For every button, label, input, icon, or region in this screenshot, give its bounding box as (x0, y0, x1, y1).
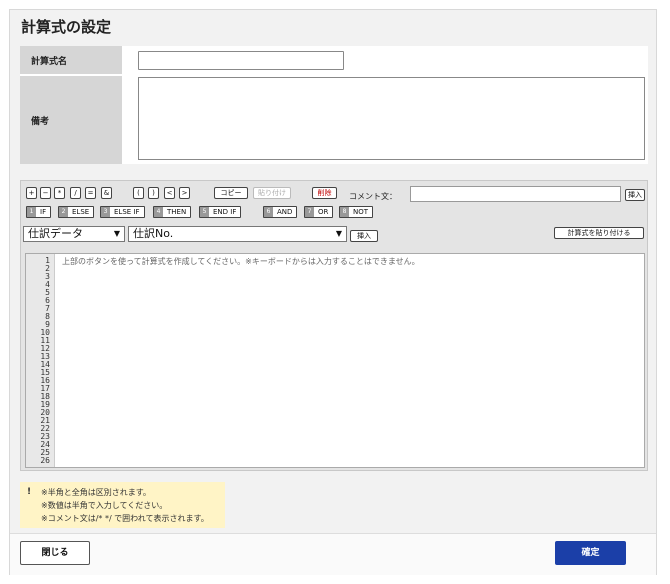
operator-ampersand-button[interactable]: & (101, 187, 112, 199)
close-button[interactable]: 閉じる (20, 541, 90, 565)
operator-equals-button[interactable]: = (85, 187, 96, 199)
keyword-number: 1 (27, 207, 36, 217)
keyword-if-button[interactable]: 1 IF (26, 206, 52, 218)
field-select-value: 仕訳No. (133, 227, 174, 240)
paste-button[interactable]: 貼り付け (253, 187, 291, 199)
keyword-then-button[interactable]: 4 THEN (153, 206, 192, 218)
keyword-else-button[interactable]: 2 ELSE (58, 206, 95, 218)
open-paren-button[interactable]: ( (133, 187, 144, 199)
keyword-label: ELSE (72, 208, 90, 216)
keyword-label: ELSE IF (114, 208, 140, 216)
note-textarea[interactable] (138, 77, 645, 160)
operator-plus-button[interactable]: + (26, 187, 37, 199)
keyword-number: 6 (264, 207, 273, 217)
formula-settings-dialog: 計算式の設定 計算式名 備考 + − * / = & ( ) < > コピー 貼… (9, 9, 657, 575)
delete-button[interactable]: 削除 (312, 187, 337, 199)
keyword-label: THEN (167, 208, 187, 216)
copy-button[interactable]: コピー (214, 187, 248, 199)
keyword-number: 8 (340, 207, 349, 217)
keyword-number: 5 (200, 207, 209, 217)
line-number: 26 (40, 456, 50, 465)
comment-label: コメント文： (349, 192, 397, 201)
chevron-down-icon: ▼ (335, 229, 342, 238)
notice-line: ※半角と全角は区別されます。 (41, 488, 151, 497)
notice-line: ※コメント文は/* */ で囲われて表示されます。 (41, 514, 209, 523)
keyword-else-if-button[interactable]: 3 ELSE IF (100, 206, 145, 218)
operator-divide-button[interactable]: / (70, 187, 81, 199)
keyword-label: NOT (353, 208, 369, 216)
formula-form: 計算式名 備考 (20, 46, 648, 164)
category-select[interactable]: 仕訳データ ▼ (23, 226, 125, 242)
category-select-value: 仕訳データ (28, 227, 83, 240)
editor-hint-text: 上部のボタンを使って計算式を作成してください。※キーボードからは入力することはで… (62, 257, 420, 266)
formula-code-area[interactable]: 1 2 3 4 5 6 7 8 9 10 11 12 13 14 15 16 1… (25, 253, 645, 468)
greater-than-button[interactable]: > (179, 187, 190, 199)
confirm-button[interactable]: 確定 (555, 541, 626, 565)
chevron-down-icon: ▼ (113, 229, 120, 238)
keyword-label: END IF (213, 208, 237, 216)
keyword-number: 2 (59, 207, 68, 217)
field-insert-button[interactable]: 挿入 (350, 230, 378, 242)
comment-input[interactable] (410, 186, 621, 202)
operator-multiply-button[interactable]: * (54, 187, 65, 199)
keyword-number: 3 (101, 207, 110, 217)
keyword-label: IF (40, 208, 47, 216)
formula-editor-panel: + − * / = & ( ) < > コピー 貼り付け 削除 コメント文： 挿… (20, 180, 648, 471)
field-select[interactable]: 仕訳No. ▼ (128, 226, 347, 242)
keyword-label: AND (277, 208, 293, 216)
keyword-number: 7 (305, 207, 314, 217)
close-paren-button[interactable]: ) (148, 187, 159, 199)
keyword-and-button[interactable]: 6 AND (263, 206, 298, 218)
less-than-button[interactable]: < (164, 187, 175, 199)
keyword-label: OR (318, 208, 329, 216)
notice-box: ! ※半角と全角は区別されます。 ※数値は半角で入力してください。 ※コメント文… (20, 482, 225, 528)
warning-icon: ! (27, 487, 32, 497)
keyword-not-button[interactable]: 8 NOT (339, 206, 374, 218)
dialog-title: 計算式の設定 (21, 18, 112, 36)
keyword-end-if-button[interactable]: 5 END IF (199, 206, 242, 218)
line-number-gutter: 1 2 3 4 5 6 7 8 9 10 11 12 13 14 15 16 1… (26, 254, 55, 467)
keyword-or-button[interactable]: 7 OR (304, 206, 334, 218)
comment-insert-button[interactable]: 挿入 (625, 189, 645, 201)
notice-line: ※数値は半角で入力してください。 (41, 501, 168, 510)
paste-formula-button[interactable]: 計算式を貼り付ける (554, 227, 644, 239)
dialog-footer: 閉じる 確定 (10, 533, 656, 575)
note-label: 備考 (20, 76, 122, 164)
operator-minus-button[interactable]: − (40, 187, 51, 199)
formula-name-label: 計算式名 (20, 46, 122, 74)
keyword-number: 4 (154, 207, 163, 217)
formula-name-input[interactable] (138, 51, 344, 70)
